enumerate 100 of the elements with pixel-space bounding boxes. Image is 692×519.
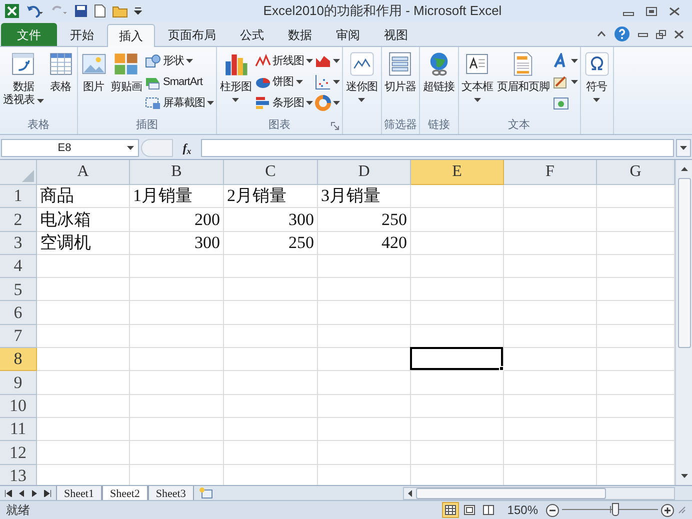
close-icon[interactable] (674, 30, 684, 38)
customize-toolbar-icon[interactable] (134, 5, 142, 17)
insert-function-button[interactable]: f$_{x}$ (175, 139, 199, 157)
collapse-ribbon-icon[interactable] (597, 31, 606, 37)
zoom-in-icon[interactable] (661, 504, 674, 516)
ribbon-button[interactable]: 切片器 (384, 51, 417, 116)
vertical-scrollbar[interactable] (675, 160, 692, 485)
ribbon-tab[interactable]: 公式 (229, 23, 275, 46)
formula-input[interactable] (201, 139, 674, 157)
row-header[interactable]: 5 (0, 278, 37, 302)
scroll-down-icon[interactable] (680, 474, 688, 478)
ribbon-button[interactable]: 饼图 (254, 74, 313, 90)
save-icon[interactable] (74, 4, 88, 18)
table-cell: 空调机 (37, 232, 130, 255)
normal-view-button[interactable] (442, 502, 460, 518)
ribbon-button[interactable]: 迷你图 (345, 51, 378, 116)
formula-bar-handle[interactable] (141, 139, 173, 157)
group-label: 插图 (136, 118, 158, 133)
new-document-icon[interactable] (94, 4, 106, 18)
ribbon-icon-button[interactable] (315, 53, 340, 69)
row-header[interactable]: 6 (0, 301, 37, 325)
ribbon-icon-button[interactable] (552, 53, 578, 69)
row-header[interactable]: 11 (0, 418, 37, 442)
scroll-left-icon[interactable] (408, 490, 412, 496)
zoom-slider-thumb[interactable] (612, 503, 619, 516)
sheet-tab[interactable]: Sheet3 (148, 486, 194, 500)
undo-icon[interactable] (26, 4, 44, 18)
row-header[interactable]: 13 (0, 464, 37, 485)
minimize-icon[interactable] (638, 30, 648, 38)
table-cell: 250 (318, 208, 411, 232)
app-icon[interactable] (4, 3, 20, 19)
zoom-slider[interactable] (562, 503, 658, 517)
ribbon-button[interactable]: 屏幕截图 (145, 95, 214, 111)
row-header[interactable]: 3 (0, 232, 37, 255)
insert-sheet-icon[interactable] (198, 487, 214, 499)
zoom-out-icon[interactable] (546, 504, 559, 516)
row-header[interactable]: 2 (0, 208, 37, 232)
row-header[interactable]: 7 (0, 324, 37, 348)
ribbon-icon-button[interactable] (315, 74, 340, 90)
row-header[interactable]: 9 (0, 371, 37, 395)
ribbon-button[interactable]: 页眉和页脚 (496, 51, 550, 116)
ribbon-button[interactable]: 数据 透视表 (2, 51, 44, 116)
ribbon-tab[interactable]: 页面布局 (157, 23, 227, 46)
ribbon-tab[interactable]: 开始 (59, 23, 105, 46)
ribbon-button[interactable]: 形状 (145, 53, 214, 69)
sheet-scroll-icon[interactable] (5, 490, 12, 496)
restore-icon[interactable] (646, 6, 657, 16)
ribbon-icon-button[interactable] (552, 74, 578, 90)
name-box[interactable]: E8 (1, 139, 139, 157)
ribbon-icon-button[interactable] (315, 95, 340, 111)
ribbon-button[interactable]: 符号 (582, 51, 610, 116)
restore-icon[interactable] (656, 30, 666, 38)
row-header[interactable]: 4 (0, 254, 37, 278)
file-tab[interactable]: 文件 (1, 23, 57, 46)
ribbon-tab[interactable]: 视图 (373, 23, 419, 46)
table-cell: 300 (130, 232, 224, 255)
close-icon[interactable] (669, 6, 680, 16)
column-header[interactable]: F (504, 160, 597, 185)
row-header[interactable]: 8 (0, 348, 37, 372)
row-header[interactable]: 1 (0, 185, 37, 208)
row-header[interactable]: 12 (0, 441, 37, 465)
folder-icon[interactable] (112, 4, 128, 18)
column-header[interactable]: A (37, 160, 130, 185)
object-icon (552, 95, 568, 111)
table-cell: 3月销量 (318, 185, 411, 208)
ribbon-button[interactable]: 条形图 (254, 95, 313, 111)
help-icon[interactable] (614, 26, 630, 42)
ribbon-button[interactable]: 柱形图 (219, 51, 252, 116)
zoom-level[interactable]: 150% (507, 501, 538, 519)
ribbon-tab[interactable]: 审阅 (325, 23, 371, 46)
column-header[interactable]: C (224, 160, 318, 185)
ribbon-button[interactable]: 表格 (46, 51, 74, 116)
column-header[interactable]: B (130, 160, 224, 185)
picture-icon (80, 51, 106, 77)
dialog-launcher-icon[interactable] (331, 122, 339, 130)
ribbon-button[interactable]: 图片 (80, 51, 108, 116)
ribbon-button[interactable]: 超链接 (422, 51, 456, 116)
column-header[interactable]: E (411, 160, 504, 185)
scroll-up-icon[interactable] (680, 167, 688, 171)
column-header[interactable]: D (318, 160, 411, 185)
ribbon-button[interactable]: 文本框 (460, 51, 494, 116)
ribbon-button[interactable]: 折线图 (254, 53, 313, 69)
ribbon-tab[interactable]: 插入 (107, 24, 155, 47)
row-header[interactable]: 10 (0, 394, 37, 418)
status-text: 就绪 (6, 502, 30, 519)
group-label: 文本 (508, 118, 530, 133)
ribbon-button[interactable]: SmartArt (145, 74, 214, 90)
table-icon (48, 51, 74, 77)
expand-formula-button[interactable] (676, 139, 691, 157)
slicer-icon (387, 51, 414, 77)
sheet-tab[interactable]: Sheet2 (102, 486, 148, 500)
table-cell: 1月销量 (130, 185, 224, 208)
sheet-scroll-icon[interactable] (44, 490, 51, 496)
resize-grip-icon[interactable] (678, 506, 686, 514)
horizontal-scrollbar[interactable] (403, 486, 675, 500)
ribbon-tab[interactable]: 数据 (277, 23, 323, 46)
column-header[interactable]: G (597, 160, 675, 185)
signature-line-icon (552, 74, 568, 90)
ribbon-button[interactable]: 剪贴画 (110, 51, 143, 116)
sheet-tab[interactable]: Sheet1 (56, 486, 102, 500)
